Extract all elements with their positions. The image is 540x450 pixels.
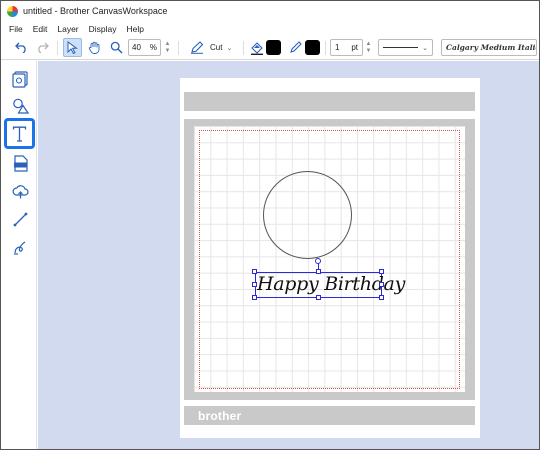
- circle-shape[interactable]: [263, 171, 352, 259]
- mat-bottom-strip: brother: [184, 406, 475, 425]
- pan-tool-button[interactable]: [85, 38, 103, 57]
- freehand-icon: [13, 241, 25, 255]
- undo-icon: [14, 42, 26, 53]
- resize-handle-bottom[interactable]: [316, 295, 321, 300]
- toolbar-separator: [57, 41, 58, 55]
- cloud-icon: [12, 184, 29, 198]
- text-object[interactable]: Happy Birthday: [252, 258, 405, 300]
- chevron-up-icon: ▲: [164, 40, 171, 47]
- mode-dropdown[interactable]: Cut ⌄: [206, 39, 239, 56]
- line-width-input[interactable]: 1 pt: [330, 39, 363, 56]
- zoom-value: 40: [132, 43, 141, 52]
- line-width-value: 1: [335, 43, 340, 52]
- app-window: untitled - Brother CanvasWorkspace File …: [0, 0, 540, 450]
- sidebar-item-line[interactable]: [7, 206, 33, 232]
- resize-handle-left[interactable]: [252, 282, 257, 287]
- menu-edit[interactable]: Edit: [33, 24, 48, 34]
- line-style-dropdown[interactable]: ⌄: [378, 39, 433, 56]
- cutting-mat: Happy Birthday brother: [180, 78, 480, 438]
- line-tool-button[interactable]: [286, 38, 304, 57]
- resize-handle-top-left[interactable]: [252, 269, 257, 274]
- tool-sidebar: [1, 61, 37, 449]
- rotation-handle[interactable]: [315, 258, 321, 264]
- toolbar-separator: [325, 41, 326, 55]
- pen-icon: [191, 41, 204, 54]
- undo-button[interactable]: [12, 38, 30, 57]
- resize-handle-top[interactable]: [316, 269, 321, 274]
- select-tool-button[interactable]: [63, 38, 82, 57]
- mat-top-strip: [184, 92, 475, 111]
- resize-handle-right[interactable]: [379, 282, 384, 287]
- line-width-stepper[interactable]: ▲ ▼: [364, 39, 373, 56]
- fill-tool-button[interactable]: [248, 38, 266, 57]
- cut-area-boundary: [199, 130, 460, 389]
- chevron-down-icon: ▼: [365, 47, 372, 54]
- font-name: Calgary Medium Italic: [446, 43, 537, 52]
- zoom-stepper[interactable]: ▲ ▼: [163, 39, 172, 56]
- mode-value: Cut: [210, 43, 223, 52]
- select-icon: [67, 41, 78, 54]
- title-bar: untitled - Brother CanvasWorkspace: [1, 1, 539, 21]
- font-dropdown[interactable]: Calgary Medium Italic: [441, 39, 537, 56]
- zoom-input[interactable]: 40 %: [128, 39, 161, 56]
- sidebar-item-text[interactable]: [4, 118, 35, 149]
- redo-icon: [37, 42, 49, 53]
- template-icon: [12, 70, 28, 88]
- magnifier-icon: [110, 41, 123, 54]
- canvas-workspace[interactable]: Happy Birthday brother: [38, 61, 539, 449]
- mat-frame: Happy Birthday: [184, 119, 475, 400]
- mat-grid[interactable]: Happy Birthday: [194, 126, 465, 392]
- menu-display[interactable]: Display: [89, 24, 117, 34]
- text-tool-icon: [12, 126, 27, 142]
- shapes-icon: [12, 98, 29, 114]
- redo-button[interactable]: [33, 38, 51, 57]
- toolbar-separator: [178, 41, 179, 55]
- pencil-icon: [289, 41, 302, 53]
- chevron-up-icon: ▲: [365, 40, 372, 47]
- sidebar-item-template[interactable]: [7, 66, 33, 92]
- chevron-down-icon: ⌄: [422, 44, 428, 52]
- menu-bar: File Edit Layer Display Help: [1, 21, 539, 36]
- window-title: untitled - Brother CanvasWorkspace: [23, 6, 168, 16]
- chevron-down-icon: ⌄: [226, 44, 233, 52]
- pen-tool-button[interactable]: [187, 38, 207, 57]
- toolbar: 40 % ▲ ▼ Cut ⌄ 1 pt ▲ ▼ ⌄ Calgary Medium…: [1, 36, 539, 60]
- resize-handle-top-right[interactable]: [379, 269, 384, 274]
- chevron-down-icon: ▼: [164, 47, 171, 54]
- menu-help[interactable]: Help: [127, 24, 144, 34]
- resize-handle-bottom-right[interactable]: [379, 295, 384, 300]
- sidebar-item-svg-import[interactable]: [7, 150, 33, 176]
- sidebar-item-cloud[interactable]: [7, 178, 33, 204]
- toolbar-separator: [243, 41, 244, 55]
- line-tool-icon: [13, 212, 27, 226]
- line-style-preview: [383, 47, 419, 48]
- sidebar-item-shapes[interactable]: [7, 93, 33, 119]
- resize-handle-bottom-left[interactable]: [252, 295, 257, 300]
- line-width-unit: pt: [351, 43, 358, 52]
- hand-icon: [88, 41, 99, 54]
- brand-logo: brother: [198, 408, 242, 423]
- sidebar-item-freehand[interactable]: [7, 234, 33, 260]
- svg-file-icon: [13, 154, 28, 172]
- paint-bucket-icon: [251, 41, 263, 55]
- zoom-tool-button[interactable]: [107, 38, 125, 57]
- fill-color-swatch[interactable]: [266, 40, 281, 55]
- line-color-swatch[interactable]: [305, 40, 320, 55]
- menu-layer[interactable]: Layer: [57, 24, 78, 34]
- menu-file[interactable]: File: [9, 24, 23, 34]
- zoom-unit: %: [149, 43, 157, 52]
- app-logo-icon: [7, 5, 18, 17]
